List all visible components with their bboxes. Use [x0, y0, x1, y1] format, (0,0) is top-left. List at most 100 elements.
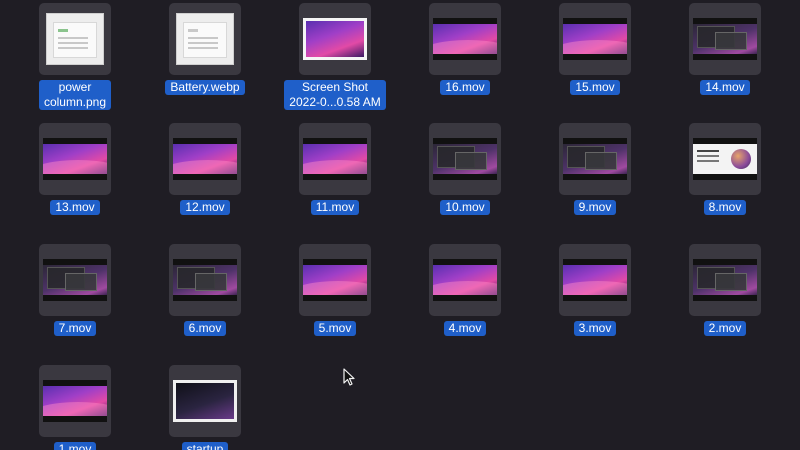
file-item[interactable]: 16.mov: [405, 3, 525, 95]
file-item[interactable]: power column.png: [15, 3, 135, 110]
file-thumbnail[interactable]: [169, 123, 241, 195]
file-item[interactable]: 3.mov: [535, 244, 655, 336]
file-thumbnail[interactable]: [299, 123, 371, 195]
file-item[interactable]: 14.mov: [665, 3, 785, 95]
video-file-icon: [563, 18, 627, 60]
file-name-line: 6.mov: [188, 321, 222, 335]
file-thumbnail[interactable]: [39, 123, 111, 195]
file-name-label[interactable]: 9.mov: [573, 200, 617, 215]
file-name-label[interactable]: 2.mov: [703, 321, 747, 336]
file-name-line: 7.mov: [58, 321, 92, 335]
file-item[interactable]: startup: [145, 365, 265, 450]
file-item[interactable]: 6.mov: [145, 244, 265, 336]
file-name-label[interactable]: 7.mov: [53, 321, 97, 336]
file-thumbnail[interactable]: [299, 3, 371, 75]
video-file-icon: [433, 138, 497, 180]
file-item[interactable]: 10.mov: [405, 123, 525, 215]
file-name-line: 15.mov: [575, 80, 615, 94]
file-item[interactable]: 9.mov: [535, 123, 655, 215]
file-thumbnail[interactable]: [689, 3, 761, 75]
file-item[interactable]: 1.mov: [15, 365, 135, 450]
mouse-pointer-icon: [343, 368, 355, 386]
file-name-line: 1.mov: [58, 442, 92, 450]
file-name-line: 4.mov: [448, 321, 482, 335]
file-name-label[interactable]: 15.mov: [570, 80, 620, 95]
file-name-line: 9.mov: [578, 200, 612, 214]
file-thumbnail[interactable]: [169, 3, 241, 75]
file-item[interactable]: 13.mov: [15, 123, 135, 215]
file-item[interactable]: Battery.webp: [145, 3, 265, 95]
video-file-icon: [43, 380, 107, 422]
file-name-label[interactable]: 3.mov: [573, 321, 617, 336]
video-file-icon: [693, 18, 757, 60]
video-file-icon: [303, 138, 367, 180]
file-name-label[interactable]: 14.mov: [700, 80, 750, 95]
desktop-icon-grid: power column.png Battery.webp Screen Shot 20…: [0, 0, 800, 450]
file-thumbnail[interactable]: [429, 123, 501, 195]
file-name-line: 16.mov: [445, 80, 485, 94]
file-name-line: 2022-0...0.58 AM: [289, 95, 381, 109]
image-file-icon: [176, 13, 234, 65]
file-name-label[interactable]: 8.mov: [703, 200, 747, 215]
video-file-icon: [43, 259, 107, 301]
file-name-label[interactable]: 4.mov: [443, 321, 487, 336]
file-name-line: 12.mov: [185, 200, 225, 214]
file-item[interactable]: 4.mov: [405, 244, 525, 336]
screenshot-file-icon: [303, 18, 367, 60]
file-thumbnail[interactable]: [39, 244, 111, 316]
file-name-label[interactable]: 12.mov: [180, 200, 230, 215]
file-name-label[interactable]: 1.mov: [53, 442, 97, 450]
file-thumbnail[interactable]: [559, 244, 631, 316]
file-name-line: power: [58, 80, 92, 94]
file-name-line: 14.mov: [705, 80, 745, 94]
file-name-line: Battery.webp: [170, 80, 240, 94]
file-name-line: 13.mov: [55, 200, 95, 214]
file-name-line: startup: [186, 442, 224, 450]
file-name-line: 3.mov: [578, 321, 612, 335]
file-name-line: 10.mov: [445, 200, 485, 214]
file-name-label[interactable]: power column.png: [38, 80, 112, 110]
file-name-line: 8.mov: [708, 200, 742, 214]
video-file-icon: [173, 138, 237, 180]
file-thumbnail[interactable]: [559, 3, 631, 75]
file-item[interactable]: 15.mov: [535, 3, 655, 95]
file-thumbnail[interactable]: [559, 123, 631, 195]
file-name-line: column.png: [43, 95, 107, 109]
file-name-label[interactable]: 5.mov: [313, 321, 357, 336]
file-thumbnail[interactable]: [429, 244, 501, 316]
file-item[interactable]: 11.mov: [275, 123, 395, 215]
video-file-icon: [433, 259, 497, 301]
file-name-line: 2.mov: [708, 321, 742, 335]
file-thumbnail[interactable]: [39, 3, 111, 75]
file-thumbnail[interactable]: [689, 244, 761, 316]
file-thumbnail[interactable]: [429, 3, 501, 75]
file-name-line: 11.mov: [315, 200, 355, 214]
image-file-icon: [46, 13, 104, 65]
file-thumbnail[interactable]: [169, 244, 241, 316]
file-name-label[interactable]: Battery.webp: [165, 80, 245, 95]
file-item[interactable]: 5.mov: [275, 244, 395, 336]
video-file-icon: [563, 259, 627, 301]
file-thumbnail[interactable]: [39, 365, 111, 437]
video-file-icon: [303, 259, 367, 301]
file-thumbnail[interactable]: [299, 244, 371, 316]
video-file-icon: [563, 138, 627, 180]
video-file-icon: [693, 138, 757, 180]
file-name-label[interactable]: 11.mov: [310, 200, 360, 215]
file-thumbnail[interactable]: [689, 123, 761, 195]
file-name-label[interactable]: 6.mov: [183, 321, 227, 336]
file-item[interactable]: 12.mov: [145, 123, 265, 215]
file-name-label[interactable]: startup: [181, 442, 229, 450]
video-file-icon: [173, 259, 237, 301]
file-item[interactable]: Screen Shot 2022-0...0.58 AM: [275, 3, 395, 110]
video-file-icon: [43, 138, 107, 180]
file-item[interactable]: 7.mov: [15, 244, 135, 336]
file-name-label[interactable]: 16.mov: [440, 80, 490, 95]
file-name-label[interactable]: Screen Shot 2022-0...0.58 AM: [284, 80, 386, 110]
file-item[interactable]: 8.mov: [665, 123, 785, 215]
file-item[interactable]: 2.mov: [665, 244, 785, 336]
file-name-label[interactable]: 13.mov: [50, 200, 100, 215]
file-thumbnail[interactable]: [169, 365, 241, 437]
video-file-icon: [693, 259, 757, 301]
file-name-label[interactable]: 10.mov: [440, 200, 490, 215]
